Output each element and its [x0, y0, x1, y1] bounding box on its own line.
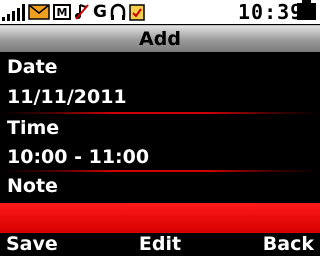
note-input[interactable] — [6, 208, 310, 230]
no-audio-icon — [74, 3, 90, 21]
signal-icon — [2, 3, 25, 21]
date-label: Date — [7, 56, 58, 78]
status-icons: M G — [2, 2, 145, 22]
envelope-icon — [28, 3, 50, 21]
date-value[interactable]: 11/11/2011 — [7, 86, 127, 108]
separator — [0, 170, 320, 172]
headset-icon — [110, 3, 126, 21]
calendar-icon — [129, 3, 145, 21]
softkey-bar: Save Edit Back — [0, 233, 320, 256]
time-value[interactable]: 10:00 - 11:00 — [7, 146, 149, 168]
note-field[interactable] — [0, 203, 320, 233]
status-bar: M G 10:39 — [0, 0, 320, 24]
note-label: Note — [7, 175, 58, 197]
clock: 10:39 — [238, 0, 304, 24]
title-bar: Add — [0, 25, 320, 52]
back-button[interactable]: Back — [263, 233, 314, 256]
message-icon: M — [53, 4, 71, 20]
page-title: Add — [139, 28, 181, 50]
battery-icon — [297, 0, 316, 20]
gprs-icon: G — [93, 2, 107, 22]
time-label: Time — [7, 117, 60, 139]
separator — [0, 112, 320, 114]
